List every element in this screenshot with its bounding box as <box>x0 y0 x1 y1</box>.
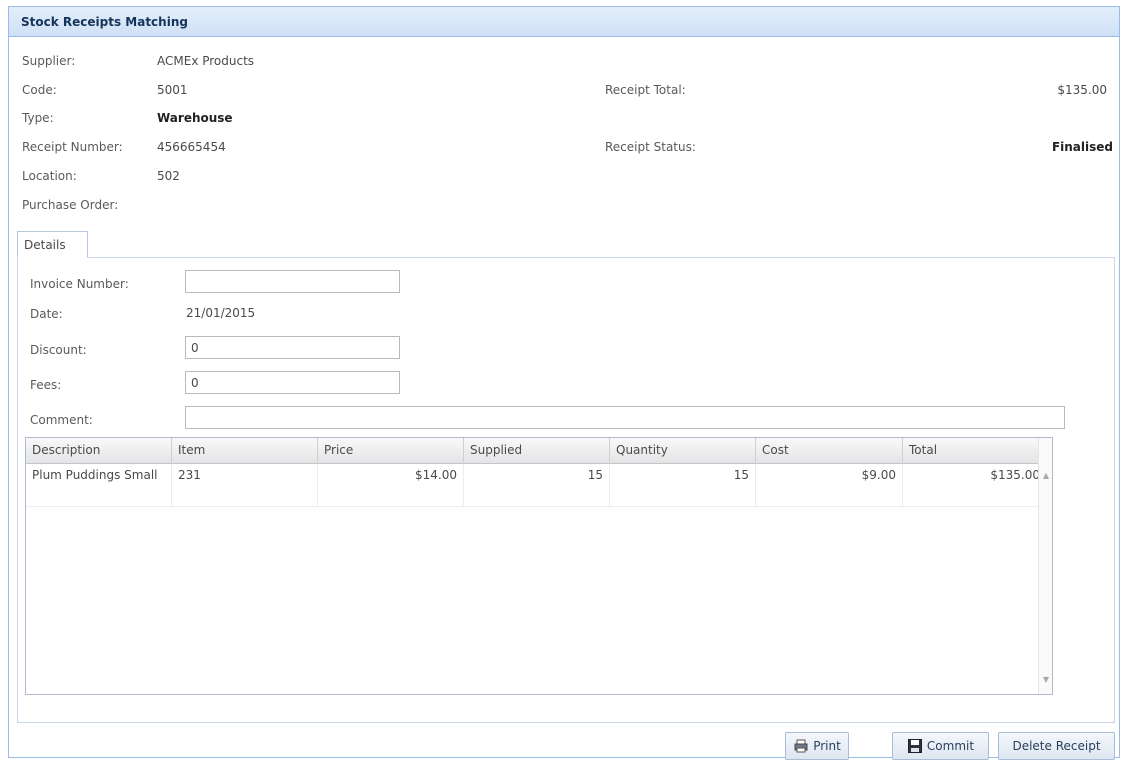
table-row[interactable]: Plum Puddings Small 231 $14.00 15 15 $9.… <box>26 464 1046 507</box>
commit-button[interactable]: Commit <box>892 732 989 760</box>
print-button-label: Print <box>813 739 841 753</box>
delete-receipt-button-label: Delete Receipt <box>1012 739 1101 753</box>
comment-input[interactable] <box>185 406 1065 429</box>
column-header-quantity[interactable]: Quantity <box>610 438 756 464</box>
discount-input[interactable] <box>185 336 400 359</box>
stock-receipts-window: Stock Receipts Matching Supplier: ACMEx … <box>8 6 1120 760</box>
date-value: 21/01/2015 <box>186 306 256 320</box>
fees-label: Fees: <box>30 378 62 392</box>
column-header-total[interactable]: Total <box>903 438 1048 464</box>
cell-cost: $9.00 <box>756 464 903 507</box>
type-label: Type: <box>22 111 54 125</box>
receipt-total-value: $135.00 <box>1057 83 1107 97</box>
type-value: Warehouse <box>157 111 233 125</box>
supplier-value: ACMEx Products <box>157 54 255 68</box>
cell-description: Plum Puddings Small <box>26 464 172 507</box>
date-label: Date: <box>30 307 63 321</box>
receipt-number-value: 456665454 <box>157 140 226 154</box>
code-value: 5001 <box>157 83 188 97</box>
receipt-status-label: Receipt Status: <box>605 140 696 154</box>
comment-label: Comment: <box>30 413 93 427</box>
cell-quantity: 15 <box>610 464 756 507</box>
purchase-order-label: Purchase Order: <box>22 198 119 212</box>
location-label: Location: <box>22 169 77 183</box>
tab-details[interactable]: Details <box>17 231 88 258</box>
cell-total: $135.00 <box>990 468 1040 482</box>
window-title: Stock Receipts Matching <box>9 7 1119 37</box>
floppy-disk-icon <box>907 738 923 754</box>
print-button[interactable]: Print <box>785 732 849 760</box>
grid-header: Description Item Price Supplied Quantity… <box>26 438 1052 464</box>
cell-supplied: 15 <box>464 464 610 507</box>
fees-input[interactable] <box>185 371 400 394</box>
scroll-down-icon[interactable]: ▼ <box>1039 674 1052 686</box>
receipt-number-label: Receipt Number: <box>22 140 123 154</box>
column-header-description[interactable]: Description <box>26 438 172 464</box>
invoice-number-input[interactable] <box>185 270 400 293</box>
cell-item: 231 <box>172 464 318 507</box>
invoice-number-label: Invoice Number: <box>30 277 129 291</box>
column-header-supplied[interactable]: Supplied <box>464 438 610 464</box>
column-header-item[interactable]: Item <box>172 438 318 464</box>
discount-label: Discount: <box>30 343 87 357</box>
receipt-total-label: Receipt Total: <box>605 83 686 97</box>
grid-scrollbar[interactable]: ▲ ▼ <box>1038 438 1052 694</box>
commit-button-label: Commit <box>926 739 975 753</box>
code-label: Code: <box>22 83 57 97</box>
scroll-up-icon[interactable]: ▲ <box>1039 470 1052 482</box>
receipt-status-value: Finalised <box>1051 140 1113 154</box>
supplier-label: Supplier: <box>22 54 76 68</box>
printer-icon <box>793 738 809 754</box>
delete-receipt-button[interactable]: Delete Receipt <box>998 732 1115 760</box>
location-value: 502 <box>157 169 180 183</box>
column-header-cost[interactable]: Cost <box>756 438 903 464</box>
cell-price: $14.00 <box>318 464 464 507</box>
receipt-lines-grid: Description Item Price Supplied Quantity… <box>25 437 1053 695</box>
column-header-price[interactable]: Price <box>318 438 464 464</box>
